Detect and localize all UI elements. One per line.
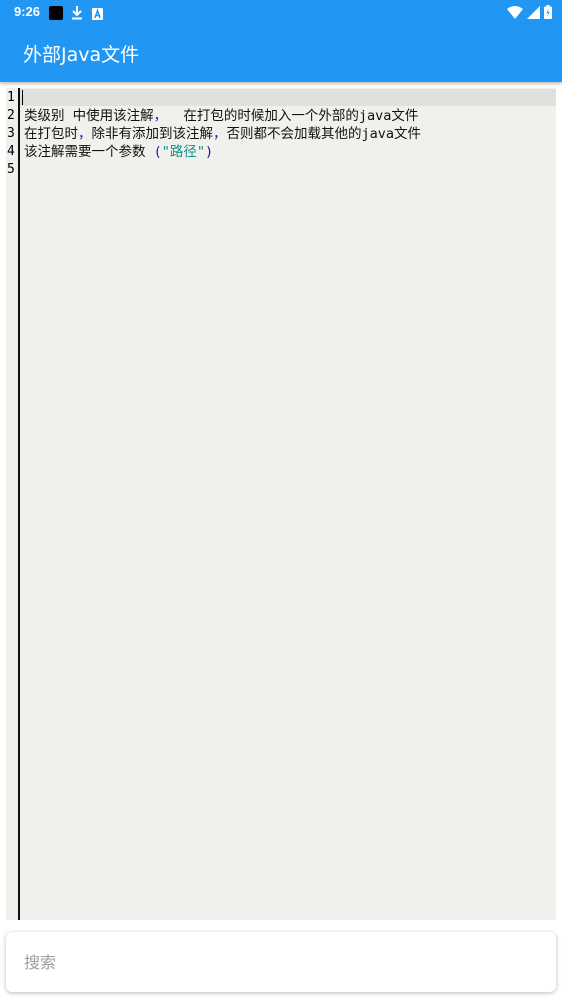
code-token: ) [205,144,214,160]
line-number: 3 [7,126,15,141]
code-token: ( [153,144,162,160]
line-number: 5 [7,162,15,177]
code-token: 否则都不会加载其他的java文件 [226,126,422,142]
a-badge-icon [92,5,103,24]
code-token: ， [213,126,227,142]
search-input[interactable] [24,950,524,974]
download-icon [71,5,83,24]
status-right-icons [507,4,552,23]
app-bar: 外部Java文件 [0,24,562,82]
status-bar: 9:26 [0,0,562,24]
code-token: 在打包的时候加入一个外部的java文件 [167,108,419,124]
code-token: 该注解需要一个参数 [24,144,154,160]
active-line-highlight [20,89,556,106]
signal-icon [527,4,540,23]
gutter-divider [18,88,20,920]
code-token: ， [153,108,168,124]
line-number: 1 [7,90,15,105]
code-token: ， [78,126,92,142]
page-title: 外部Java文件 [23,44,140,66]
line-number-gutter [6,88,18,920]
wifi-icon [507,4,523,23]
code-editor[interactable]: 1 2 3 4 5 类级别 中使用该注解， 在打包的时候加入一个外部的java文件 在打包时… [6,88,556,920]
line-number: 4 [7,144,15,159]
code-line[interactable]: 在打包时，除非有添加到该注解，否则都不会加载其他的java文件 [24,125,421,143]
search-bar[interactable] [6,932,556,992]
status-time: 9:26 [14,4,41,19]
code-token: 在打包时 [24,126,78,142]
code-token: "路径" [161,144,206,160]
app-notification-icon [49,5,63,24]
code-line[interactable]: 该注解需要一个参数 ("路径") [24,143,213,161]
text-cursor [22,90,23,105]
battery-icon [544,4,552,23]
code-token: 类级别 中使用该注解 [24,108,154,124]
code-token: 除非有添加到该注解 [91,126,214,142]
code-line[interactable]: 类级别 中使用该注解， 在打包的时候加入一个外部的java文件 [24,107,418,125]
line-number: 2 [7,108,15,123]
